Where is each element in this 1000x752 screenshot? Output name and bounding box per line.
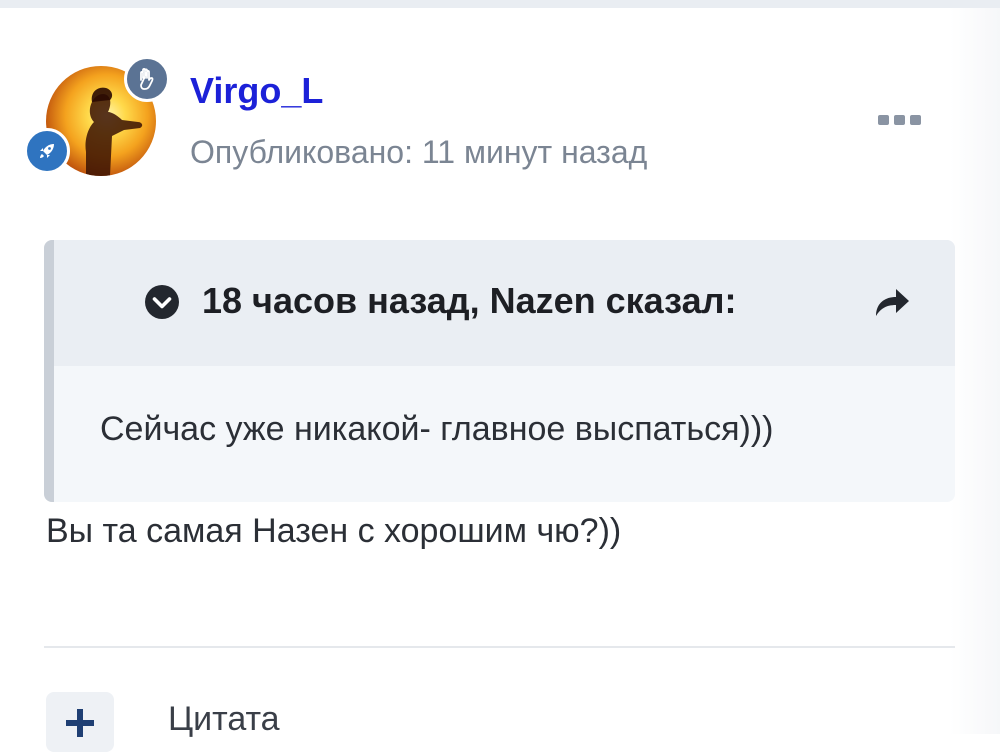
quote-block: 18 часов назад, Nazen сказал: Сейчас уже… xyxy=(44,240,955,502)
published-timestamp: Опубликовано: 11 минут назад xyxy=(190,134,648,170)
chevron-down-circle-icon[interactable] xyxy=(144,284,180,320)
hand-icon[interactable] xyxy=(124,56,170,102)
edge-shadow xyxy=(950,8,1000,734)
quote-left-bar xyxy=(44,240,54,502)
share-arrow-icon[interactable] xyxy=(872,282,912,322)
post-body-text: Вы та самая Назен с хорошим чю?)) xyxy=(46,512,622,550)
more-dots-icon[interactable] xyxy=(872,106,928,134)
divider xyxy=(44,646,955,648)
quote-text: Сейчас уже никакой- главное выспаться))) xyxy=(100,410,774,448)
quote-citation: 18 часов назад, Nazen сказал: xyxy=(202,280,737,321)
quote-action-label[interactable]: Цитата xyxy=(168,700,280,739)
add-button[interactable] xyxy=(46,692,114,752)
rocket-icon[interactable] xyxy=(24,128,70,174)
top-strip xyxy=(0,0,1000,8)
plus-icon xyxy=(66,709,94,737)
author-name-link[interactable]: Virgo_L xyxy=(190,70,323,112)
quote-header: 18 часов назад, Nazen сказал: xyxy=(54,240,955,366)
